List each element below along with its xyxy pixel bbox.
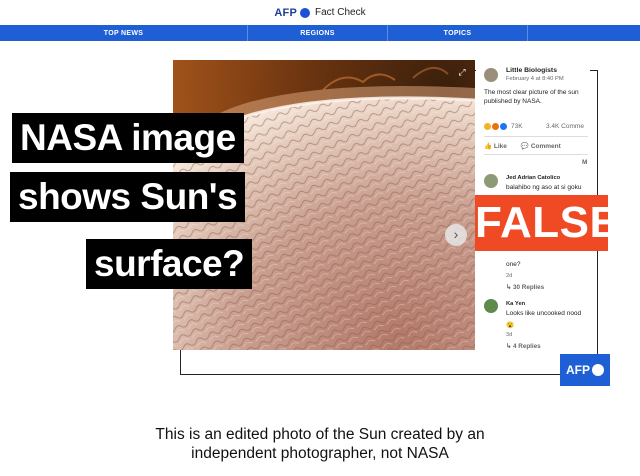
nav-regions[interactable]: REGIONS	[248, 25, 388, 41]
site-header: AFP Fact Check	[0, 0, 640, 25]
replies-link[interactable]: ↳ 4 Replies	[506, 343, 541, 350]
divider	[484, 154, 588, 155]
commenter-name[interactable]: Ka Yen	[506, 301, 525, 307]
nav-topics[interactable]: TOPICS	[388, 25, 528, 41]
nav-top-news[interactable]: TOP NEWS	[0, 25, 248, 41]
replies-label: 30 Replies	[513, 284, 545, 291]
reactions[interactable]: 73K	[484, 123, 523, 130]
comment-count[interactable]: 3.4K Comme	[546, 123, 584, 130]
replies-link[interactable]: ↳ 30 Replies	[506, 284, 544, 291]
like-label: Like	[493, 143, 507, 150]
commenter-avatar[interactable]	[484, 299, 498, 313]
caption-line1: This is an edited photo of the Sun creat…	[155, 426, 485, 443]
afp-logo: AFP	[560, 354, 610, 386]
verdict-badge: FALSE	[475, 195, 619, 251]
haha-react-icon	[484, 123, 491, 130]
post-date[interactable]: February 4 at 8:40 PM	[506, 76, 564, 82]
afp-logo-text: AFP	[566, 363, 590, 377]
main-nav: TOP NEWS REGIONS TOPICS	[0, 25, 640, 41]
afp-logo-dot-icon	[592, 364, 604, 376]
comment-label: Comment	[530, 143, 561, 150]
emoji-icon: 😮	[506, 322, 515, 329]
afp-dot-icon	[300, 7, 311, 18]
sun-photo	[173, 60, 475, 350]
comment-age[interactable]: 3d	[506, 332, 512, 338]
expand-icon[interactable]: ⤢	[456, 66, 468, 78]
wow-react-icon	[492, 123, 499, 130]
commenter-name[interactable]: Jed Adrian Catolico	[506, 175, 560, 181]
post-page-name[interactable]: Little Biologists	[506, 67, 557, 74]
like-react-icon	[500, 123, 507, 130]
post-actions: 👍 Like 💬 Comment	[484, 142, 561, 150]
fact-check-label: Fact Check	[315, 7, 366, 18]
post-text: The most clear picture of the sun publis…	[484, 88, 590, 106]
reaction-count: 73K	[511, 123, 523, 130]
comment-text: one?	[506, 261, 521, 268]
comment-button[interactable]: 💬 Comment	[521, 142, 561, 150]
comment-text: Looks like uncooked nood	[506, 310, 582, 317]
comment-text: balahibo ng aso at si goku	[506, 184, 582, 191]
page-avatar[interactable]	[484, 68, 498, 82]
caption-line2: independent photographer, not NASA	[191, 445, 449, 462]
comment-age[interactable]: 2d	[506, 273, 512, 279]
divider	[484, 136, 588, 137]
post-text-line1: The most clear picture of the sun	[484, 89, 579, 96]
commenter-avatar[interactable]	[484, 174, 498, 188]
like-button[interactable]: 👍 Like	[484, 142, 507, 150]
next-arrow-icon[interactable]: ›	[445, 224, 467, 246]
post-text-line2: published by NASA.	[484, 98, 542, 105]
replies-label: 4 Replies	[513, 343, 541, 350]
image-caption: This is an edited photo of the Sun creat…	[60, 425, 580, 463]
afp-wordmark: AFP	[274, 6, 298, 19]
afp-fact-check-logo[interactable]: AFP Fact Check	[274, 7, 365, 19]
sun-surface-image	[173, 60, 475, 350]
more-comments-toggle[interactable]: M	[582, 159, 587, 166]
